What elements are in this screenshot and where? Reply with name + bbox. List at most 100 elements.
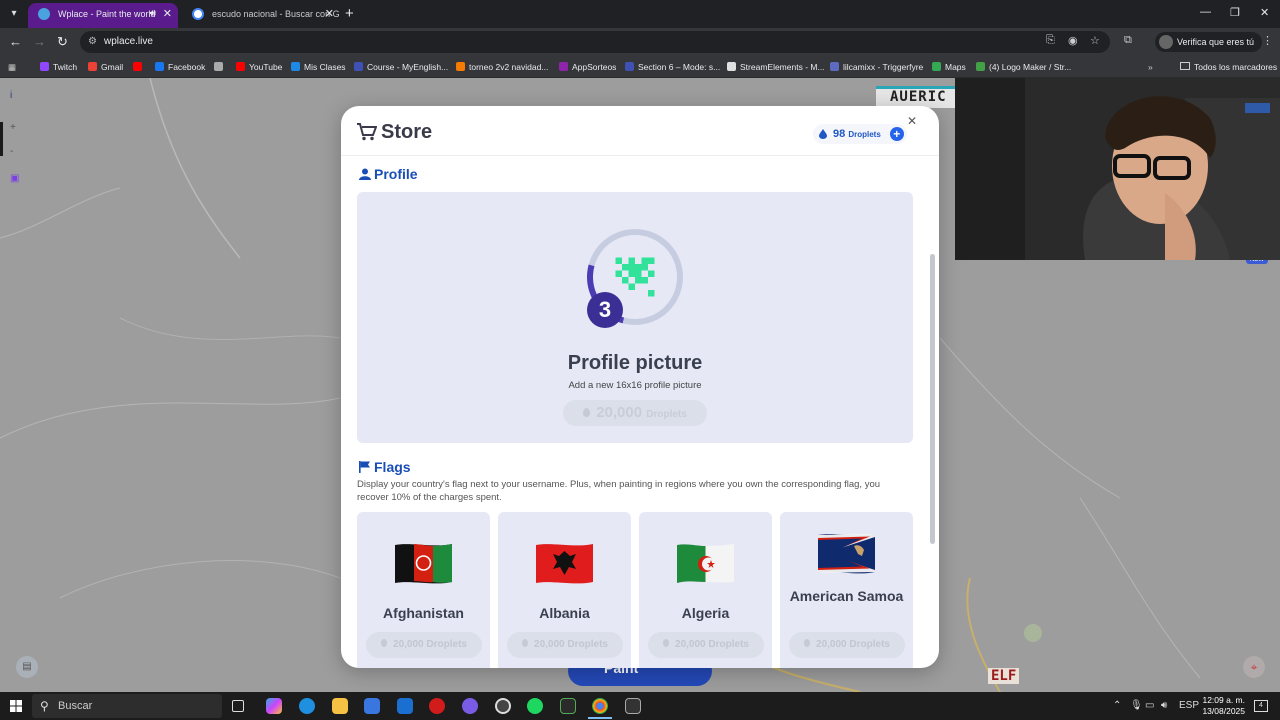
tab-wplace[interactable]: Wplace - Paint the world 🔊︎ ✕ [28,3,178,28]
clock-date: 13/08/2025 [1202,706,1245,716]
bookmark-youtube[interactable]: YouTube [236,60,282,74]
tab-search-chevron-icon[interactable]: ▾ [4,4,24,24]
task-view-icon[interactable] [232,700,244,712]
bookmark-globe-unnamed[interactable] [214,60,227,74]
minimize-icon[interactable]: — [1200,6,1211,18]
language-indicator[interactable]: ESP [1179,700,1199,711]
apps-grid-icon[interactable]: ▦ [8,60,16,74]
map-locate-button[interactable]: ⌖ [1243,656,1265,678]
bookmark-triggerfyre[interactable]: lilcamixx - Triggerfyre [830,60,923,74]
tray-overflow-icon[interactable]: ⌃ [1113,700,1121,711]
flag-icon [359,461,370,473]
bookmark-youtube-unnamed[interactable] [133,60,146,74]
hide-eye-icon[interactable]: ◉ [1068,34,1078,47]
more-menu-icon[interactable]: ⋮ [1262,34,1273,47]
twitch-icon[interactable]: ▣ [10,173,19,184]
tab-close-icon[interactable]: ✕ [163,3,172,25]
flag-card-afghanistan[interactable]: Afghanistan 20,000 Droplets [357,512,490,668]
address-bar[interactable]: ⚙ wplace.live [80,31,1110,53]
speaker-icon[interactable]: 🔊︎ [150,3,156,25]
chrome-icon[interactable] [592,698,608,714]
windows-start-icon[interactable] [10,700,22,712]
bookmark-star-icon[interactable]: ☆ [1090,34,1100,47]
close-icon[interactable]: ✕ [907,114,917,128]
bookmark-twitch[interactable]: Twitch [40,60,77,74]
opera-icon[interactable] [429,698,445,714]
discord-icon[interactable] [462,698,478,714]
notification-center-icon[interactable]: 4 [1254,700,1268,712]
new-tab-plus-icon[interactable]: + [345,5,354,22]
bookmark-logo-maker[interactable]: (4) Logo Maker / Str... [976,60,1071,74]
tab-close-icon[interactable]: ✕ [325,3,334,25]
streamdeck-icon[interactable] [625,698,641,714]
tab-title: Wplace - Paint the world [58,9,156,19]
all-bookmarks-folder[interactable]: Todos los marcadores [1180,60,1277,74]
flag-card-algeria[interactable]: Algeria 20,000 Droplets [639,512,772,668]
spotify-icon[interactable] [527,698,543,714]
bookmark-streamelements[interactable]: StreamElements - M... [727,60,825,74]
map-layers-button[interactable]: ▤ [16,656,38,678]
bookmarks-overflow-icon[interactable]: » [1148,60,1153,74]
volume-icon[interactable]: 🔊︎ [1161,700,1167,711]
tab-title: escudo nacional - Buscar con G [212,9,340,19]
bookmark-facebook[interactable]: Facebook [155,60,205,74]
price-unit: Droplets [646,409,687,420]
profile-picture-title: Profile picture [567,352,703,374]
copilot-icon[interactable] [266,698,282,714]
p-logo-icon [354,62,363,71]
network-icon[interactable]: ▭ [1145,700,1154,711]
user-icon [359,168,371,180]
appsorteos-icon [559,62,568,71]
bookmark-course[interactable]: Course - MyEnglish... [354,60,448,74]
store-icon[interactable] [364,698,380,714]
extensions-icon[interactable]: ⧉ [1124,34,1132,47]
outlook-icon[interactable] [397,698,413,714]
obs-icon[interactable] [495,698,511,714]
bookmark-section6[interactable]: Section 6 – Mode: s... [625,60,720,74]
reload-icon[interactable]: ↻ [57,34,68,50]
zoom-out-icon[interactable]: - [10,146,13,157]
info-icon[interactable]: i [10,90,12,101]
google-favicon-icon [192,8,204,20]
file-explorer-icon[interactable] [332,698,348,714]
zoom-in-icon[interactable]: + [10,122,16,133]
droplet-icon [804,639,811,647]
microphone-icon[interactable]: 🎙︎ [1130,700,1143,711]
droplets-balance[interactable]: 98 Droplets + [813,124,907,144]
edge-icon[interactable] [299,698,315,714]
window-close-icon[interactable]: ✕ [1260,6,1269,19]
p-logo-icon [625,62,634,71]
back-arrow-icon[interactable]: ← [9,34,22,49]
buy-flag-button[interactable]: 20,000 Droplets [789,632,905,658]
install-app-icon[interactable]: ⎘ [1046,34,1055,47]
logo-maker-icon [976,62,985,71]
bookmark-mis-clases[interactable]: Mis Clases [291,60,346,74]
buy-flag-button[interactable]: 20,000 Droplets [648,632,764,658]
classes-icon [291,62,300,71]
taskbar-clock[interactable]: 12:09 a. m. 13/08/2025 [1199,695,1245,717]
globe-icon [214,62,223,71]
bookmark-torneo[interactable]: torneo 2v2 navidad... [456,60,548,74]
flags-section-title: Flags [374,459,411,475]
flag-card-albania[interactable]: Albania 20,000 Droplets [498,512,631,668]
store-scrollbar[interactable] [930,254,935,544]
profile-button[interactable]: Verifica que eres tú [1155,32,1263,52]
taskbar-search[interactable]: ⚲ Buscar [32,694,222,718]
forward-arrow-icon[interactable]: → [33,34,46,49]
buy-profile-picture-button[interactable]: 20,000 Droplets [563,400,707,426]
terminal-icon[interactable] [560,698,576,714]
bookmark-appsorteos[interactable]: AppSorteos [559,60,616,74]
bookmark-maps[interactable]: Maps [932,60,966,74]
site-info-icon[interactable]: ⚙ [88,31,97,53]
profile-picture-subtitle: Add a new 16x16 profile picture [568,380,702,391]
map-canvas[interactable]: i + - ▣ AUERIC NEW ELF ▤ ⌖ Paint Store 9… [0,78,1280,692]
add-droplets-plus-icon[interactable]: + [889,127,904,141]
droplet-icon [522,639,529,647]
flag-card-american-samoa[interactable]: American Samoa 20,000 Droplets [780,512,913,668]
buy-flag-button[interactable]: 20,000 Droplets [366,632,482,658]
buy-flag-button[interactable]: 20,000 Droplets [507,632,623,658]
tab-escudo-nacional[interactable]: escudo nacional - Buscar con G ✕ [182,3,340,28]
bookmarks-bar: ▦ Twitch Gmail Facebook YouTube Mis Clas… [0,56,1280,78]
restore-icon[interactable]: ❐ [1230,6,1240,19]
bookmark-gmail[interactable]: Gmail [88,60,123,74]
